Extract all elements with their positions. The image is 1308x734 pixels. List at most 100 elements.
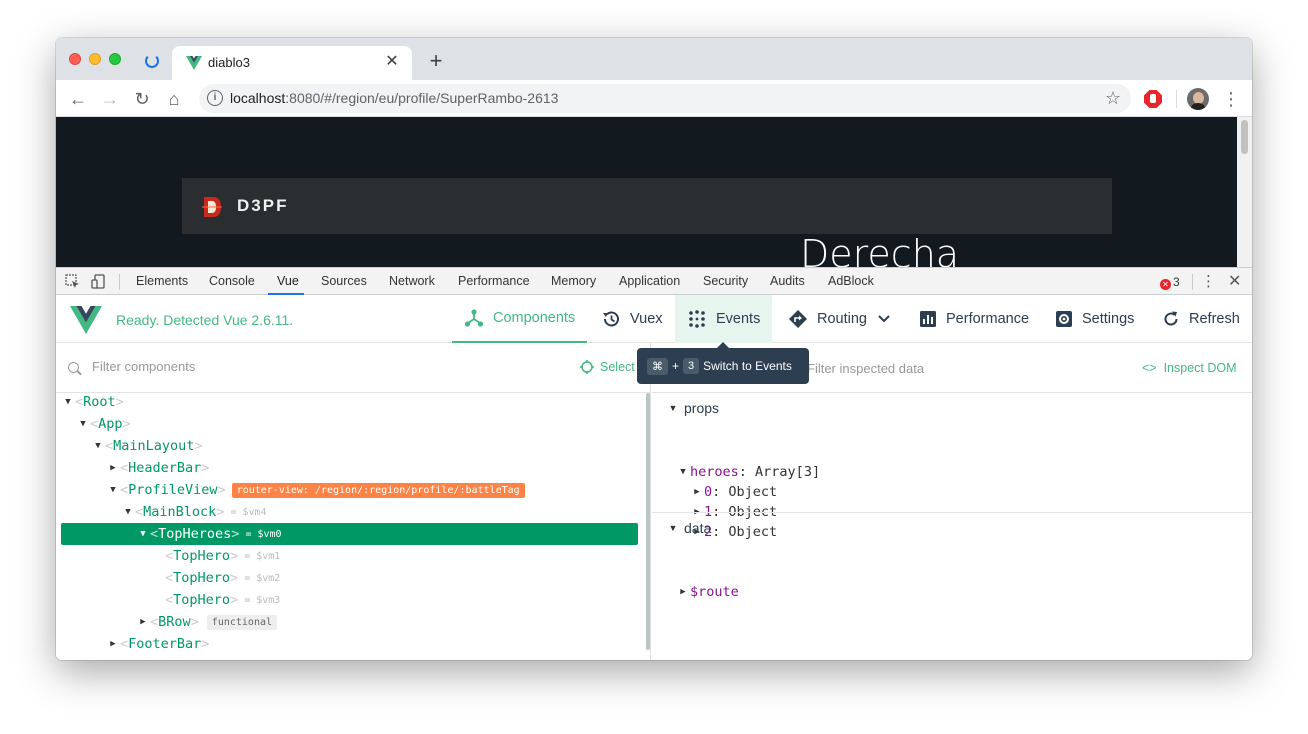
devtools-tab-performance[interactable]: Performance xyxy=(458,274,530,288)
nav-routing[interactable]: Routing xyxy=(776,295,903,343)
devtools-menu-icon[interactable]: ⋮ xyxy=(1201,272,1216,290)
vm-reference: = $vm0 xyxy=(245,528,282,540)
reload-icon[interactable]: ↻ xyxy=(130,87,154,111)
tree-scrollbar[interactable] xyxy=(646,393,650,650)
collapse-arrow-icon[interactable]: ▼ xyxy=(91,441,105,451)
info-icon[interactable]: i xyxy=(207,90,223,106)
filter-components-input[interactable] xyxy=(92,359,492,374)
devtools-tab-security[interactable]: Security xyxy=(703,274,748,288)
component-name: MainLayout xyxy=(113,438,195,454)
home-icon[interactable]: ⌂ xyxy=(162,87,186,111)
tree-node[interactable]: < TopHero > = $vm3 xyxy=(61,589,638,611)
nav-events[interactable]: Events xyxy=(675,295,773,343)
devtools-tab-console[interactable]: Console xyxy=(209,274,255,288)
target-icon xyxy=(580,360,594,374)
diablo-logo-icon xyxy=(202,197,222,217)
error-count-badge[interactable]: ✕ 3 xyxy=(1160,275,1180,290)
component-name: TopHero xyxy=(173,592,231,608)
component-name: Root xyxy=(83,394,116,410)
filter-inspected-data-input[interactable]: Filter inspected data xyxy=(807,361,924,376)
functional-badge: functional xyxy=(206,614,278,630)
expand-arrow-icon[interactable]: ▶ xyxy=(106,463,120,473)
select-component-button[interactable]: Select xyxy=(580,360,635,374)
expand-arrow-icon[interactable]: ▶ xyxy=(106,639,120,649)
component-name: HeaderBar xyxy=(128,460,202,476)
maximize-window-button[interactable] xyxy=(109,53,121,65)
devtools-close-icon[interactable]: ✕ xyxy=(1228,271,1241,291)
router-view-tag: router-view: /region/:region/profile/:ba… xyxy=(231,482,525,498)
tag-bracket: < xyxy=(75,394,84,410)
page-scrollbar-thumb[interactable] xyxy=(1241,120,1248,154)
tree-node[interactable]: < TopHero > = $vm1 xyxy=(61,545,638,567)
tab-strip: diablo3 ✕ + xyxy=(56,38,1252,80)
devtools-divider xyxy=(119,274,120,290)
nav-refresh[interactable]: Refresh xyxy=(1150,295,1252,343)
bookmark-star-icon[interactable]: ☆ xyxy=(1105,88,1121,109)
tree-node[interactable]: ▶ < BRow > functional xyxy=(61,611,638,633)
browser-menu-icon[interactable]: ⋮ xyxy=(1222,87,1240,111)
refresh-icon xyxy=(1164,311,1178,326)
tree-node[interactable]: ▼ < ProfileView > router-view: /region/:regi… xyxy=(61,479,638,501)
page-scrollbar[interactable] xyxy=(1237,117,1252,267)
address-bar[interactable]: i localhost:8080/#/region/eu/profile/Sup… xyxy=(199,84,1131,113)
collapse-arrow-icon[interactable]: ▼ xyxy=(136,529,150,539)
tab-close-icon[interactable]: ✕ xyxy=(382,52,402,72)
tag-bracket: < xyxy=(165,570,174,586)
vm-reference: = $vm1 xyxy=(244,550,281,562)
tree-node[interactable]: ▼ < MainLayout > xyxy=(61,435,638,457)
devtools-tab-vue[interactable]: Vue xyxy=(277,274,299,288)
new-tab-button[interactable]: + xyxy=(424,49,448,73)
collapse-arrow-icon[interactable]: ▼ xyxy=(106,485,120,495)
nav-performance[interactable]: Performance xyxy=(907,295,1041,343)
component-name: TopHero xyxy=(173,548,231,564)
tag-bracket: < xyxy=(150,526,159,542)
tree-node[interactable]: ▶ < FooterBar > xyxy=(61,633,638,655)
nav-components[interactable]: Components xyxy=(452,295,588,343)
devtools-tab-memory[interactable]: Memory xyxy=(551,274,596,288)
close-window-button[interactable] xyxy=(69,53,81,65)
code-icon: <> xyxy=(1142,361,1157,375)
component-name: FooterBar xyxy=(128,636,202,652)
devtools-tab-audits[interactable]: Audits xyxy=(770,274,805,288)
inspect-element-icon[interactable] xyxy=(65,274,80,289)
devtools-tab-sources[interactable]: Sources xyxy=(321,274,367,288)
back-arrow-icon[interactable]: ← xyxy=(66,87,90,111)
collapse-arrow-icon[interactable]: ▼ xyxy=(76,419,90,429)
devtools-tab-adblock[interactable]: AdBlock xyxy=(828,274,874,288)
profile-avatar[interactable] xyxy=(1187,88,1209,110)
adblock-extension-icon[interactable] xyxy=(1144,90,1162,108)
tree-node[interactable]: ▼ < Root > xyxy=(61,391,638,413)
tree-node[interactable]: ▼ < MainBlock > = $vm4 xyxy=(61,501,638,523)
events-shortcut-tooltip: ⌘ + 3 Switch to Events xyxy=(637,342,809,384)
nav-settings[interactable]: Settings xyxy=(1043,295,1146,343)
data-section-header[interactable]: ▼ data xyxy=(666,520,712,536)
prop-heroes-item-0[interactable]: ▶ 0: Object xyxy=(690,484,777,500)
props-section-header[interactable]: ▼ props xyxy=(666,400,720,416)
forward-arrow-icon[interactable]: → xyxy=(98,87,122,111)
collapse-arrow-icon: ▼ xyxy=(668,403,678,413)
tree-node[interactable]: ▼ < App > xyxy=(61,413,638,435)
loading-spinner-icon xyxy=(145,54,159,68)
tree-node[interactable]: < TopHero > = $vm2 xyxy=(61,567,638,589)
routing-icon xyxy=(789,310,807,328)
browser-tab[interactable]: diablo3 ✕ xyxy=(172,46,412,80)
expand-arrow-icon[interactable]: ▶ xyxy=(136,617,150,627)
inspect-dom-button[interactable]: <> Inspect DOM xyxy=(1142,361,1237,375)
prop-heroes[interactable]: ▼ heroes: Array[3] xyxy=(676,464,820,480)
devtools-tab-elements[interactable]: Elements xyxy=(136,274,188,288)
collapse-arrow-icon[interactable]: ▼ xyxy=(121,507,135,517)
devtools-tab-application[interactable]: Application xyxy=(619,274,680,288)
tag-bracket: > xyxy=(217,482,226,498)
devtools-tab-network[interactable]: Network xyxy=(389,274,435,288)
vm-reference: = $vm3 xyxy=(244,594,281,606)
toolbar-divider xyxy=(1176,90,1177,108)
site-brand[interactable]: D3PF xyxy=(237,196,288,216)
hero-name-heading: Derecha xyxy=(800,232,960,267)
nav-vuex[interactable]: Vuex xyxy=(589,295,675,343)
tree-node[interactable]: ▼ < TopHeroes > = $vm0 xyxy=(61,523,638,545)
device-toolbar-icon[interactable] xyxy=(91,274,106,289)
minimize-window-button[interactable] xyxy=(89,53,101,65)
tree-node[interactable]: ▶ < HeaderBar > xyxy=(61,457,638,479)
data-route[interactable]: ▶ $route xyxy=(676,584,739,600)
collapse-arrow-icon[interactable]: ▼ xyxy=(61,397,75,407)
